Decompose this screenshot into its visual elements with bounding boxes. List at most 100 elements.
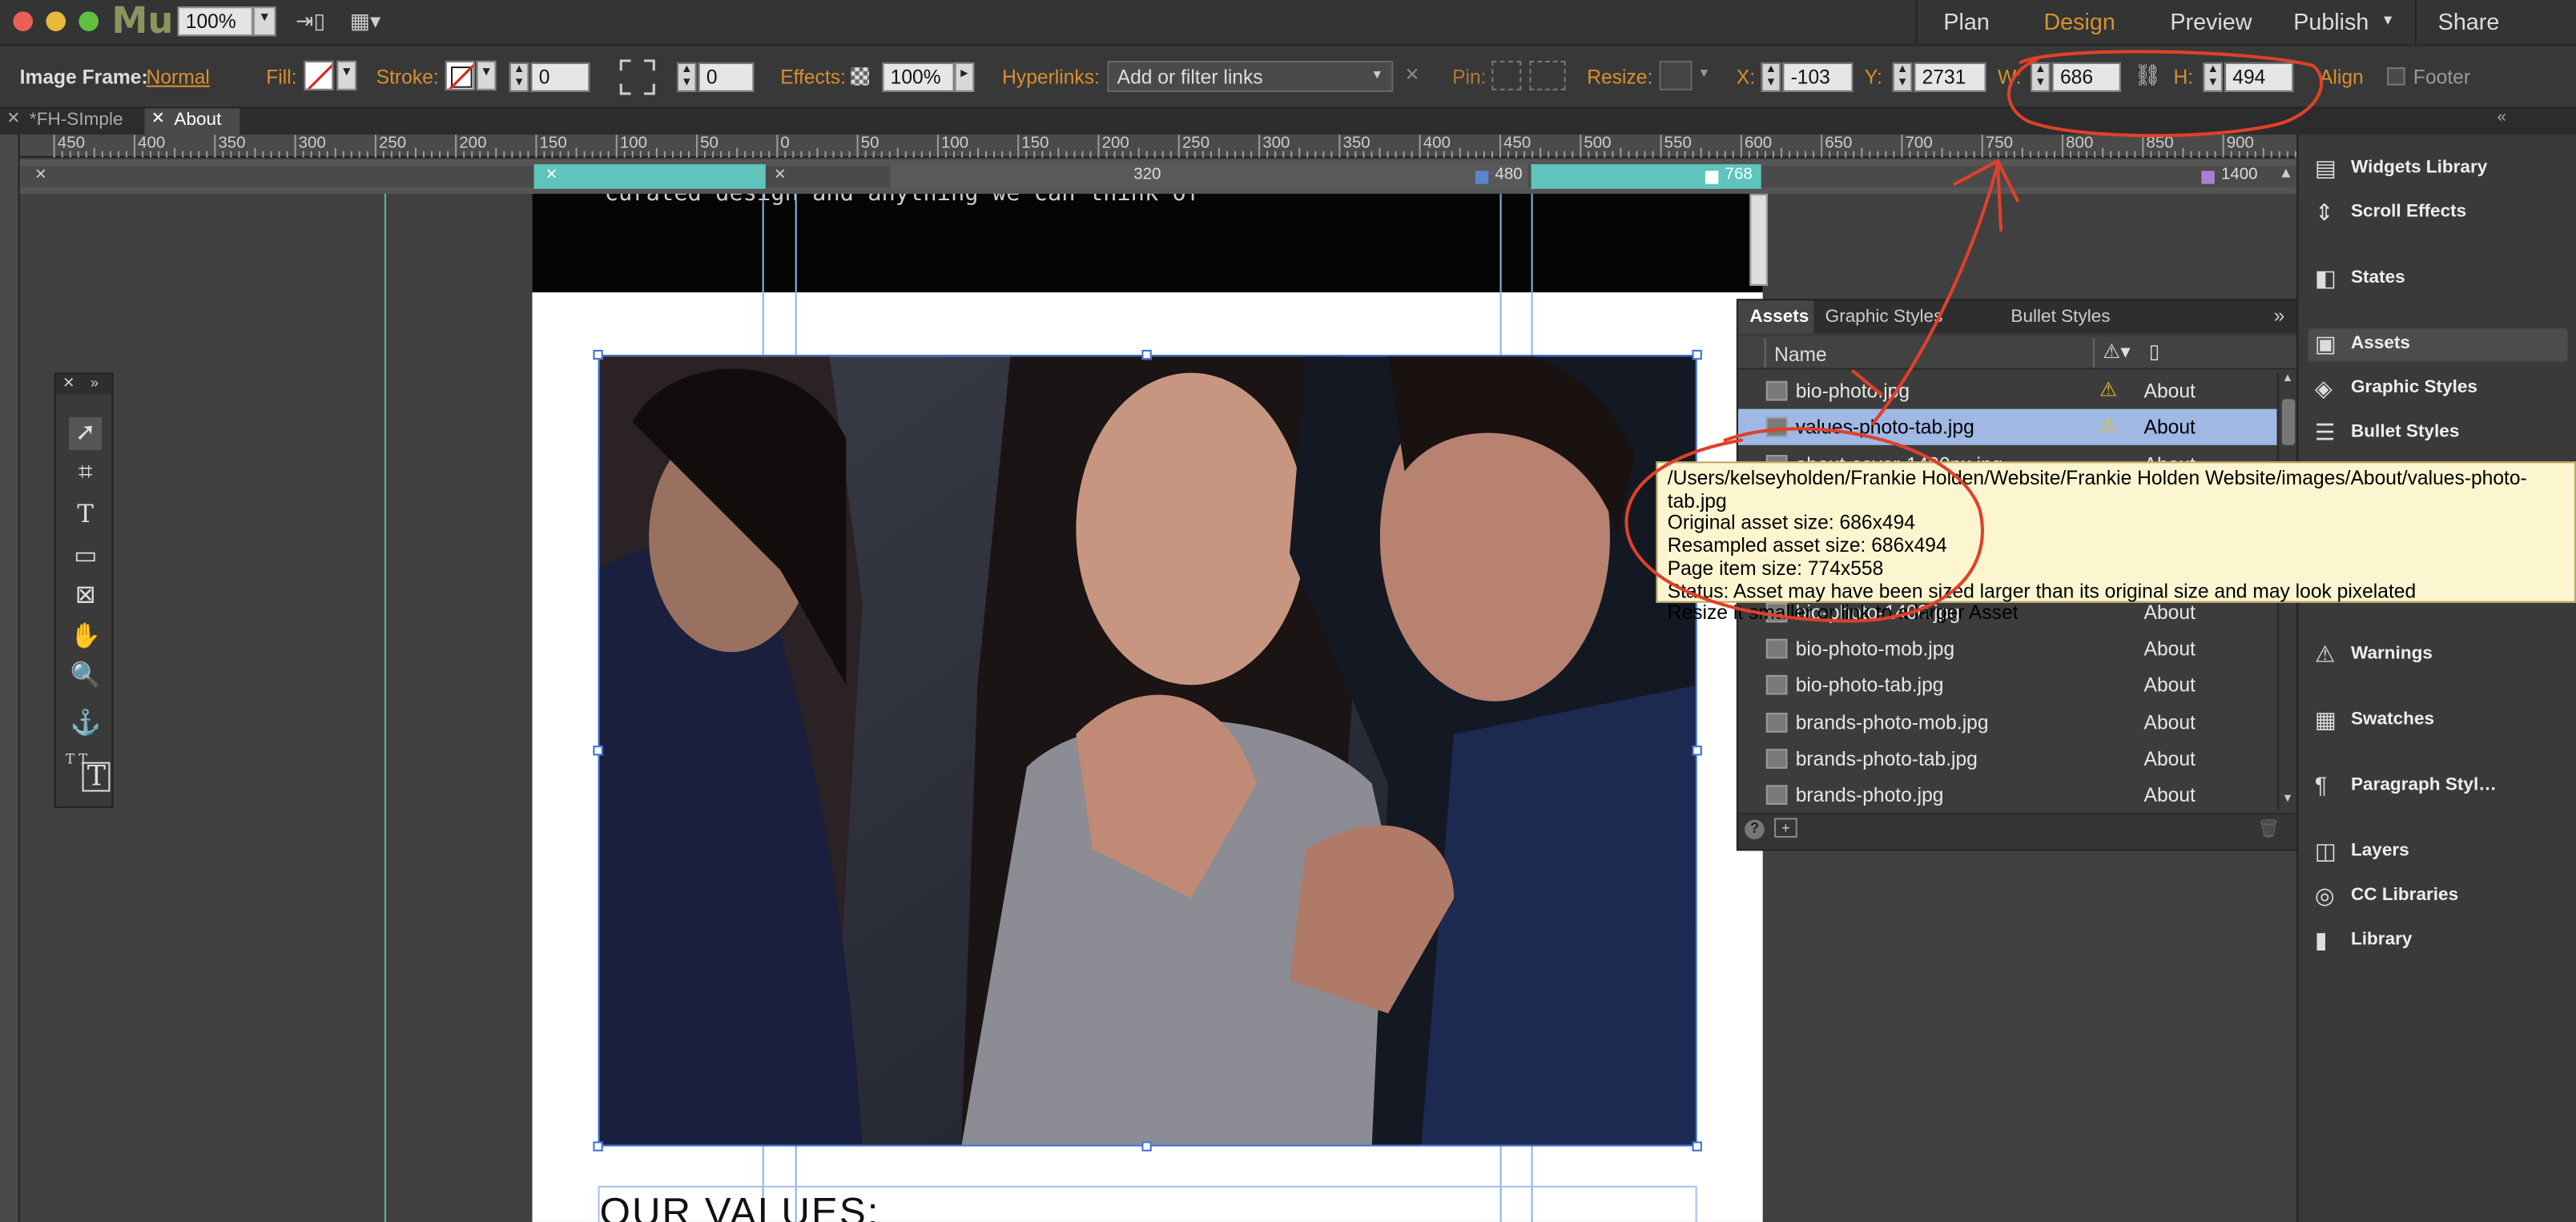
scroll-up-icon[interactable]: ▲ [2279,164,2293,181]
zoom-window-icon[interactable] [78,11,99,31]
close-tab-icon[interactable]: ✕ [6,110,20,128]
tab-graphic-styles[interactable]: Graphic Styles [1825,308,1943,328]
zoom-dropdown-icon[interactable]: ▾ [252,6,276,37]
selection-handle[interactable] [593,746,603,756]
hyperlinks-label[interactable]: Hyperlinks: [1002,66,1100,89]
add-asset-icon[interactable]: + [1774,818,1797,838]
asset-page[interactable]: About [2144,711,2196,734]
nav-plan[interactable]: Plan [1943,8,1989,34]
tab-about[interactable]: ✕ About [144,108,240,135]
selection-tool-icon[interactable]: ➚ [69,416,103,450]
corner-radius-stepper[interactable]: ▲ ▼ [677,62,697,92]
page-column-icon[interactable]: ▯ [2149,340,2160,364]
warning-column-icon[interactable]: ⚠▾ [2103,340,2130,364]
panel-swatches[interactable]: ▦ Swatches [2308,705,2568,738]
stroke-width-stepper[interactable]: ▲ ▼ [509,62,529,92]
minimize-window-icon[interactable] [46,11,66,31]
asset-row[interactable]: brands-photo-mob.jpg About [1738,705,2277,741]
panel-library[interactable]: ▮ Library [2308,925,2568,958]
guide-line[interactable] [384,194,386,1222]
zoom-level-field[interactable]: 100% [177,6,253,37]
link-proportions-icon[interactable]: ⛓ [2134,62,2161,92]
fill-swatch[interactable] [304,60,334,90]
values-photo[interactable] [598,355,1697,1147]
anchor-icon[interactable]: ⚓ [69,708,102,741]
w-stepper[interactable]: ▲ ▼ [2031,62,2051,92]
panel-menu-icon[interactable]: » [2274,303,2285,327]
panel-bullet-styles[interactable]: ☰ Bullet Styles [2308,417,2568,450]
crop-tool-icon[interactable]: ⌗ [69,458,102,491]
breakpoint-close-icon[interactable]: ✕ [545,166,557,184]
pin-grid-icon[interactable] [1529,60,1566,90]
h-field[interactable]: 494 [2224,62,2294,92]
selection-handle[interactable] [593,1141,603,1152]
corner-radius-field[interactable]: 0 [698,62,755,92]
corner-radius-icon[interactable] [619,59,655,95]
panel-graphic-styles[interactable]: ◈ Graphic Styles [2308,373,2568,406]
clear-link-icon[interactable]: ✕ [1405,64,1420,86]
asset-page[interactable]: About [2144,783,2196,806]
image-frame-value[interactable]: Normal [147,66,210,89]
asset-page[interactable]: About [2144,380,2196,403]
nav-design[interactable]: Design [2043,8,2115,34]
tab-assets[interactable]: Assets [1737,300,1814,334]
x-field[interactable]: -103 [1782,62,1854,92]
selection-handle[interactable] [1141,349,1152,360]
scrollbar-thumb[interactable] [2281,399,2296,445]
asset-row[interactable]: brands-photo.jpg About [1738,777,2277,813]
asset-row[interactable]: bio-photo.jpg About ⚠ [1738,373,2277,409]
panel-assets[interactable]: ▣ Assets [2308,328,2568,362]
close-panel-icon[interactable]: ✕ [62,375,74,393]
asset-page[interactable]: About [2144,637,2196,661]
effects-opacity-field[interactable]: 100% [882,62,955,92]
rectangle-tool-icon[interactable]: ▭ [69,541,102,573]
resize-dropdown-icon[interactable]: ▾ [1701,64,1708,82]
footer-checkbox[interactable] [2387,67,2405,86]
y-field[interactable]: 2731 [1914,62,1986,92]
hyperlinks-dropdown-icon[interactable]: ▾ [1374,66,1381,84]
text-style-swap-icon[interactable]: T TT [62,749,111,794]
breakpoint-close-icon[interactable]: ✕ [34,166,46,184]
selection-handle[interactable] [1692,1141,1702,1152]
image-frame-tool-icon[interactable]: ⊠ [69,580,102,613]
effects-label[interactable]: Effects: [780,66,846,89]
text-tool-icon[interactable]: T [69,500,102,533]
panel-layers[interactable]: ◫ Layers [2308,836,2568,869]
asset-page[interactable]: About [2144,673,2196,697]
page-header-block[interactable]: curated design and anything we can think… [532,194,1763,293]
fill-label[interactable]: Fill: [266,66,296,89]
panel-widgets[interactable]: ▤ Widgets Library [2308,153,2568,186]
y-stepper[interactable]: ▲ ▼ [1892,62,1913,92]
expand-panel-icon[interactable]: » [91,375,99,392]
nav-publish[interactable]: Publish [2293,8,2369,34]
column-name-header[interactable]: Name [1774,344,1827,367]
panel-states[interactable]: ◧ States [2308,263,2568,295]
close-tab-icon[interactable]: ✕ [151,110,165,128]
stroke-label[interactable]: Stroke: [376,66,439,89]
breakpoint-range-main[interactable] [890,164,1528,189]
asset-row[interactable]: values-photo-tab.jpg About ⚠ [1737,408,2277,445]
close-window-icon[interactable] [13,11,34,31]
resize-lock-icon[interactable] [1659,60,1693,90]
asset-page[interactable]: About [2144,416,2196,439]
selection-handle[interactable] [1692,746,1702,756]
breakpoint-close-icon[interactable]: ✕ [774,166,786,184]
nav-preview[interactable]: Preview [2170,8,2252,34]
panel-scroll-effects[interactable]: ⇕ Scroll Effects [2308,197,2568,230]
resize-label[interactable]: Resize: [1587,66,1652,89]
stroke-swatch[interactable] [445,60,475,90]
x-stepper[interactable]: ▲ ▼ [1761,62,1781,92]
asset-page[interactable]: About [2144,747,2196,770]
selection-handle[interactable] [1692,349,1702,360]
place-icon[interactable]: ⇥▯ [296,8,332,34]
stroke-width-field[interactable]: 0 [530,62,590,92]
view-options-icon[interactable]: ▦▾ [350,8,400,34]
panel-cc-libraries[interactable]: ◎ CC Libraries [2308,880,2568,913]
opacity-arrow-icon[interactable]: ▸ [954,62,975,92]
panel-warnings[interactable]: ⚠ Warnings [2308,639,2568,672]
page-resize-handle[interactable] [1749,194,1768,286]
asset-row[interactable]: bio-photo-mob.jpg About [1738,631,2277,667]
stroke-dropdown-icon[interactable]: ▾ [476,60,497,90]
asset-row[interactable]: brands-photo-tab.jpg About [1738,741,2277,777]
fill-dropdown-icon[interactable]: ▾ [336,60,357,90]
